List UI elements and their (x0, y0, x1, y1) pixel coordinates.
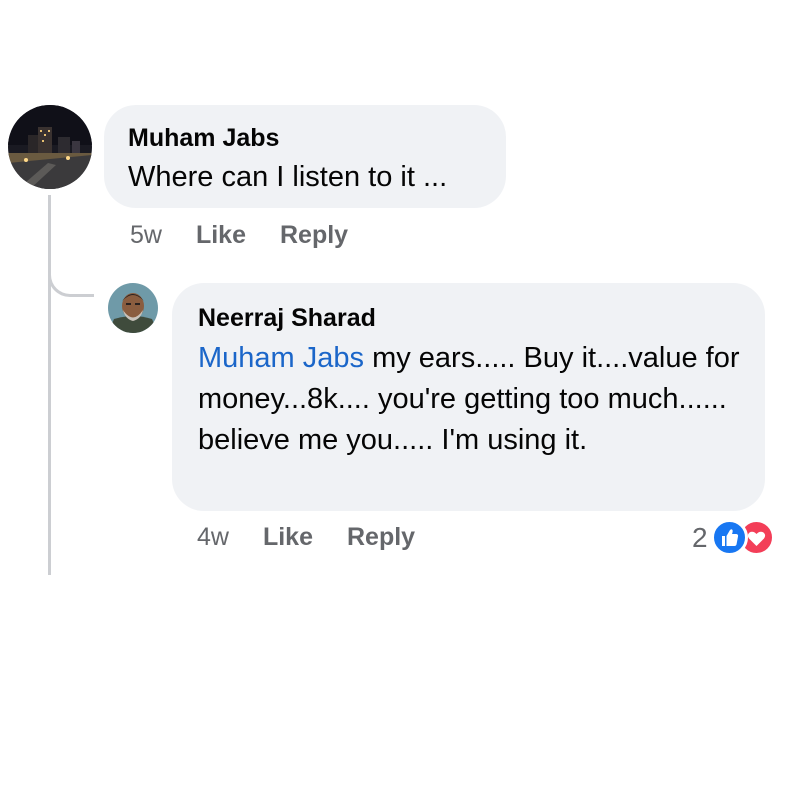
mention-link[interactable]: Muham Jabs (198, 342, 364, 374)
reply-bubble: Neerraj Sharad Muham Jabs my ears..... B… (172, 283, 765, 511)
comment-actions: 5w Like Reply (130, 221, 382, 250)
reply-connector (48, 255, 94, 297)
avatar[interactable] (8, 105, 92, 189)
reply-timestamp[interactable]: 4w (197, 523, 229, 552)
like-button[interactable]: Like (263, 523, 313, 552)
reply-author[interactable]: Neerraj Sharad (198, 301, 739, 335)
comment-bubble: Muham Jabs Where can I listen to it ... (104, 105, 506, 208)
avatar[interactable] (108, 283, 158, 333)
comment-text: Where can I listen to it ... (128, 161, 448, 193)
reply-button[interactable]: Reply (347, 523, 415, 552)
like-button[interactable]: Like (196, 221, 246, 250)
comment-author[interactable]: Muham Jabs (128, 121, 482, 155)
like-icon (710, 519, 748, 556)
thread-line (48, 195, 51, 575)
reaction-summary[interactable]: 2 (692, 519, 775, 556)
comment-timestamp[interactable]: 5w (130, 221, 162, 250)
reply-button[interactable]: Reply (280, 221, 348, 250)
reaction-count: 2 (692, 521, 708, 553)
reply-actions: 4w Like Reply (197, 523, 449, 552)
reply-text-container: Muham Jabs my ears..... Buy it....value … (198, 338, 746, 461)
